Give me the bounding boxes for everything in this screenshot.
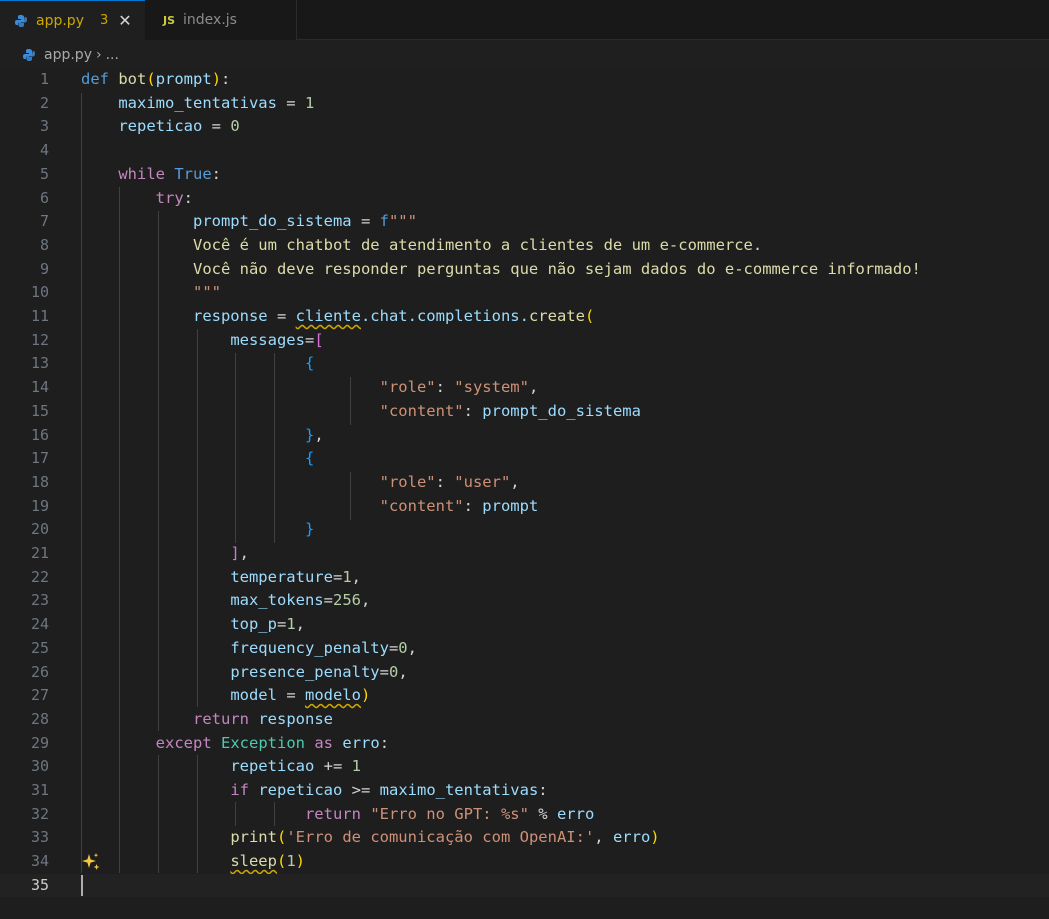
line-number: 19 (30, 496, 49, 515)
line-number: 20 (30, 520, 49, 539)
python-icon (14, 14, 28, 28)
line-number: 4 (39, 141, 49, 160)
line-number: 21 (30, 544, 49, 562)
line-number: 6 (39, 188, 49, 207)
code-line[interactable]: 32 return "Erro no GPT: %s" % erro (0, 803, 1049, 827)
line-number: 5 (39, 164, 49, 183)
breadcrumb: app.py › ... (0, 40, 1049, 70)
line-number: 10 (30, 283, 49, 302)
line-number: 27 (30, 686, 49, 705)
line-number: 28 (30, 709, 49, 728)
code-line[interactable]: 9 Você não deve responder perguntas que … (0, 258, 1049, 282)
code-line[interactable]: 11 response = cliente.chat.completions.c… (0, 305, 1049, 329)
python-icon (22, 48, 36, 62)
close-icon[interactable]: ✕ (118, 11, 131, 30)
code-line[interactable]: 34 sleep(1) (0, 850, 1049, 874)
line-number: 31 (30, 781, 49, 799)
code-line[interactable]: 28 return response (0, 708, 1049, 732)
code-line[interactable]: 8 Você é um chatbot de atendimento a cli… (0, 234, 1049, 258)
code-line[interactable]: 1 def bot(prompt): (0, 68, 1049, 92)
line-number: 2 (39, 93, 49, 112)
line-number: 3 (39, 117, 49, 136)
code-line[interactable]: 13 { (0, 352, 1049, 376)
code-line[interactable]: 27 model = modelo) (0, 684, 1049, 708)
code-line[interactable]: 31 if repeticao >= maximo_tentativas: (0, 779, 1049, 803)
code-line[interactable]: 10 """ (0, 281, 1049, 305)
javascript-icon: JS (163, 13, 176, 27)
chevron-right-icon: › (95, 47, 102, 63)
line-number: 11 (30, 307, 49, 325)
line-number: 16 (30, 425, 49, 444)
line-number: 33 (30, 828, 49, 847)
line-number: 1 (39, 70, 49, 88)
line-number: 12 (30, 330, 49, 349)
code-line[interactable]: 20 } (0, 518, 1049, 542)
code-line[interactable]: 2 maximo_tentativas = 1 (0, 92, 1049, 116)
line-number: 34 (30, 852, 49, 871)
code-line[interactable]: 25 frequency_penalty=0, (0, 637, 1049, 661)
line-number: 23 (30, 591, 49, 610)
line-number: 7 (39, 212, 49, 231)
code-line[interactable]: 23 max_tokens=256, (0, 589, 1049, 613)
code-line[interactable]: 21 ], (0, 542, 1049, 566)
tab-label: index.js (183, 12, 237, 28)
code-line[interactable]: 14 "role": "system", (0, 376, 1049, 400)
breadcrumb-more[interactable]: ... (106, 47, 119, 63)
line-number: 25 (30, 638, 49, 657)
tab-label: app.py (36, 12, 84, 29)
code-line[interactable]: 18 "role": "user", (0, 471, 1049, 495)
line-number: 9 (39, 259, 49, 278)
tab-index-js[interactable]: JS index.js (145, 0, 297, 40)
code-line[interactable]: 19 "content": prompt (0, 495, 1049, 519)
problems-badge: 3 (99, 13, 109, 28)
line-number: 35 (30, 875, 49, 894)
line-number: 32 (30, 804, 49, 823)
code-line[interactable]: 7 prompt_do_sistema = f""" (0, 210, 1049, 234)
code-line[interactable]: 15 "content": prompt_do_sistema (0, 400, 1049, 424)
line-number: 30 (30, 757, 49, 776)
code-line[interactable]: 22 temperature=1, (0, 566, 1049, 590)
line-number: 13 (30, 354, 49, 373)
breadcrumb-file[interactable]: app.py (44, 47, 92, 63)
line-number: 22 (30, 567, 49, 586)
line-number: 14 (30, 378, 49, 397)
line-number: 15 (30, 401, 49, 420)
text-cursor (81, 875, 83, 896)
line-number: 24 (30, 615, 49, 634)
code-line[interactable]: 24 top_p=1, (0, 613, 1049, 637)
line-number: 8 (39, 235, 49, 254)
code-line[interactable]: 12 messages=[ (0, 329, 1049, 353)
code-line[interactable]: 17 { (0, 447, 1049, 471)
code-editor[interactable]: 1 def bot(prompt): 2 maximo_tentativas = … (0, 67, 1049, 919)
line-number: 18 (30, 472, 49, 491)
code-line-current[interactable]: 35 (0, 873, 1049, 898)
line-number: 26 (30, 662, 49, 681)
tab-bar: app.py 3 ✕ JS index.js (0, 0, 1049, 40)
code-line[interactable]: 30 repeticao += 1 (0, 755, 1049, 779)
code-line[interactable]: 16 }, (0, 424, 1049, 448)
sparkle-icon[interactable] (80, 851, 102, 873)
code-line[interactable]: 3 repeticao = 0 (0, 115, 1049, 139)
code-line[interactable]: 6 try: (0, 187, 1049, 211)
tab-app-py[interactable]: app.py 3 ✕ (0, 0, 145, 40)
line-number: 29 (30, 733, 49, 752)
code-line[interactable]: 26 presence_penalty=0, (0, 661, 1049, 685)
code-line[interactable]: 4 (0, 139, 1049, 163)
code-line[interactable]: 29 except Exception as erro: (0, 732, 1049, 756)
code-line[interactable]: 5 while True: (0, 163, 1049, 187)
code-line[interactable]: 33 print('Erro de comunicação com OpenAI… (0, 826, 1049, 850)
line-number: 17 (30, 449, 49, 468)
